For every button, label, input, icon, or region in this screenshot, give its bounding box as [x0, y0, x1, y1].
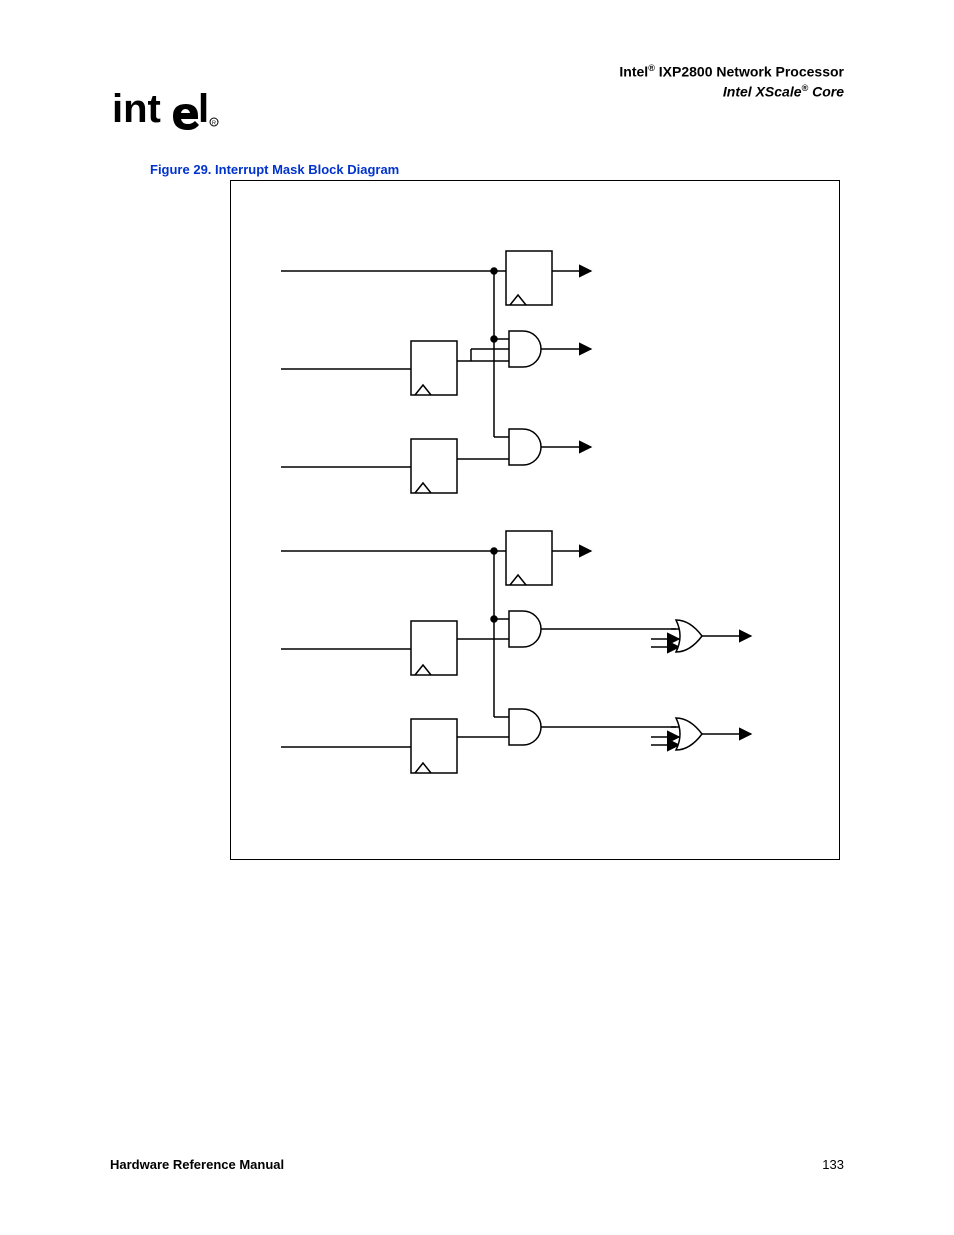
svg-text:l: l [198, 87, 209, 131]
intel-logo: intel R int l R [112, 80, 222, 140]
header-sub-suffix: Core [808, 83, 844, 99]
page: Intel® IXP2800 Network Processor Intel X… [0, 0, 954, 1235]
header-line-1: Intel® IXP2800 Network Processor [619, 62, 844, 82]
header-sub-prefix: Intel XScale [723, 83, 802, 99]
header-right: Intel® IXP2800 Network Processor Intel X… [619, 62, 844, 101]
header-company: Intel [619, 64, 648, 80]
svg-text:R: R [212, 121, 216, 127]
svg-text:int: int [112, 87, 161, 131]
header-line-2: Intel XScale® Core [619, 82, 844, 102]
figure-caption: Figure 29. Interrupt Mask Block Diagram [150, 162, 399, 177]
header-product: IXP2800 Network Processor [655, 64, 844, 80]
footer-title: Hardware Reference Manual [110, 1157, 284, 1172]
header-reg1: ® [648, 63, 655, 73]
page-number: 133 [822, 1157, 844, 1172]
interrupt-mask-block-diagram [230, 180, 840, 860]
